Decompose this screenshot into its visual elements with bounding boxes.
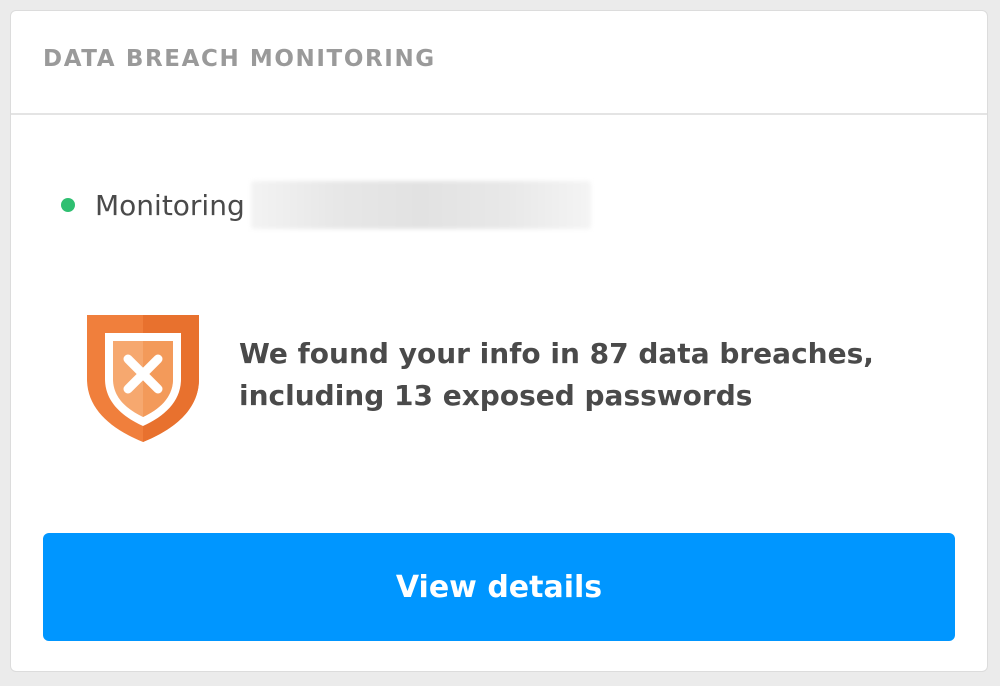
monitoring-label: Monitoring	[95, 188, 245, 222]
breach-alert-line-1: We found your info in 87 data breaches,	[239, 337, 874, 370]
monitoring-status-row: Monitoring	[61, 179, 591, 231]
redacted-email	[250, 181, 591, 229]
breach-alert-message: We found your info in 87 data breaches, …	[239, 333, 874, 417]
shield-x-icon	[87, 315, 199, 442]
card-header: DATA BREACH MONITORING	[11, 11, 987, 115]
breach-alert: We found your info in 87 data breaches, …	[83, 311, 874, 445]
breach-alert-line-2: including 13 exposed passwords	[239, 379, 753, 412]
view-details-button[interactable]: View details	[43, 533, 955, 641]
card-title: DATA BREACH MONITORING	[43, 46, 436, 72]
status-dot-icon	[61, 198, 75, 212]
data-breach-monitoring-card: DATA BREACH MONITORING Monitoring We fou…	[10, 10, 988, 672]
